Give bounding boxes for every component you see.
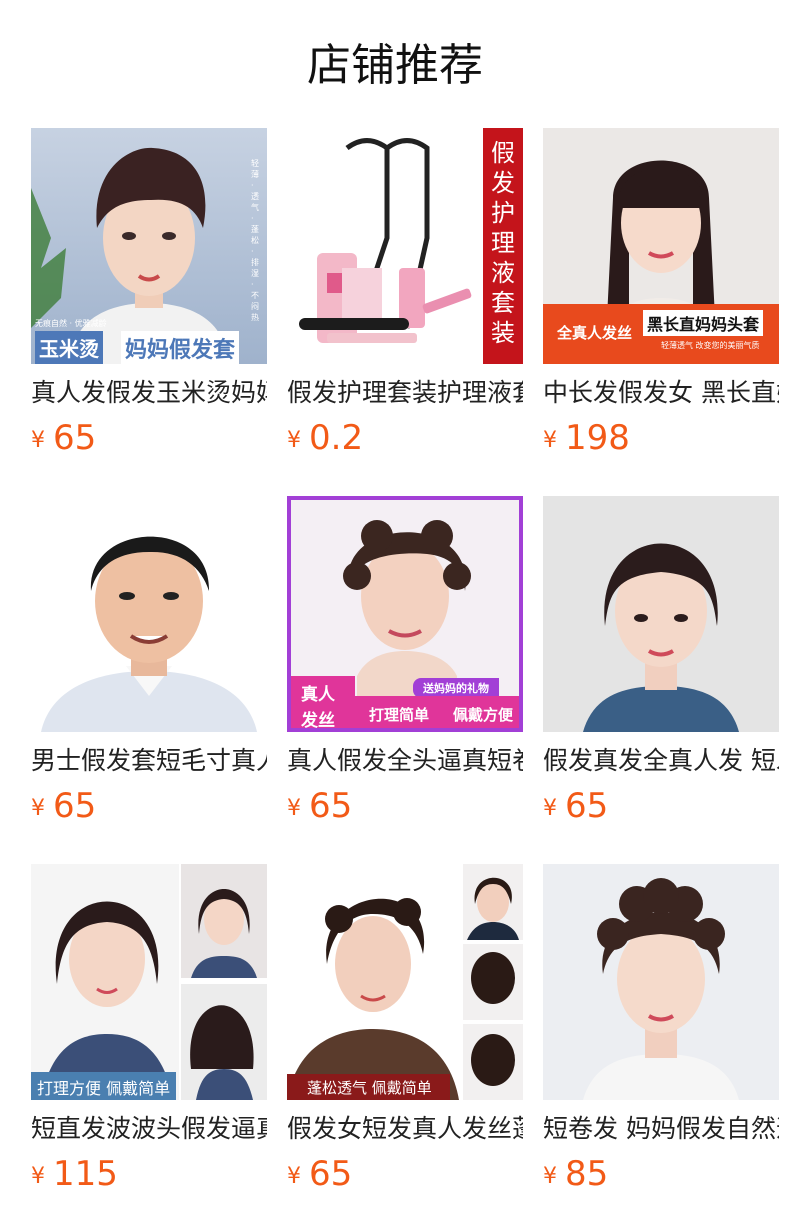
- product-price: ¥115: [31, 1154, 118, 1194]
- product-image[interactable]: 假 发 护 理 液 套 装: [287, 128, 523, 364]
- price-value: 115: [53, 1154, 118, 1194]
- product-name[interactable]: 短卷发 妈妈假发自然逼真: [543, 1112, 779, 1146]
- badge-secondary: 妈妈假发套: [121, 331, 240, 364]
- product-image[interactable]: [543, 864, 779, 1100]
- banner-char: 护: [491, 199, 515, 227]
- product-image[interactable]: 打理方便 佩戴简单: [31, 864, 267, 1100]
- currency-symbol: ¥: [543, 796, 557, 821]
- badge-primary: 玉米烫: [35, 331, 103, 364]
- currency-symbol: ¥: [287, 428, 301, 453]
- price-value: 0.2: [309, 418, 364, 458]
- product-price: ¥65: [287, 786, 352, 826]
- product-name[interactable]: 假发真发全真人发 短发女: [543, 744, 779, 778]
- product-image[interactable]: [31, 496, 267, 732]
- product-name[interactable]: 假发护理套装护理液套装: [287, 376, 523, 410]
- price-value: 85: [565, 1154, 609, 1194]
- product-name[interactable]: 中长发假发女 黑长直妈妈头套: [543, 376, 779, 410]
- badge-feature-2: 佩戴方便: [453, 706, 514, 724]
- product-image[interactable]: 蓬松透气 佩戴简单: [287, 864, 523, 1100]
- badge-feature-1: 打理简单: [369, 706, 430, 724]
- product-name[interactable]: 假发女短发真人发丝蓬松: [287, 1112, 523, 1146]
- badge-vertical: 轻薄 · 透气 · 蓬松 · 排湿 · 不闷热: [251, 159, 259, 322]
- product-name[interactable]: 真人假发全头逼真短卷发: [287, 744, 523, 778]
- currency-symbol: ¥: [31, 1164, 45, 1189]
- mens-short-wig-photo-icon: [31, 496, 267, 732]
- vertical-banner: 假 发 护 理 液 套 装: [483, 128, 523, 364]
- product-price: ¥0.2: [287, 418, 363, 458]
- product-image[interactable]: 全真人发丝 黑长直妈妈头套 轻薄透气 改变您的美丽气质: [543, 128, 779, 364]
- badge-primary: 真人: [301, 685, 335, 705]
- currency-symbol: ¥: [543, 1164, 557, 1189]
- currency-symbol: ¥: [31, 428, 45, 453]
- product-name[interactable]: 男士假发套短毛寸真人发: [31, 744, 267, 778]
- currency-symbol: ¥: [543, 428, 557, 453]
- product-price: ¥65: [287, 1154, 352, 1194]
- badge-gift: 送妈妈的礼物: [413, 678, 499, 698]
- short-curly-wig-photo-icon: [543, 864, 779, 1100]
- price-value: 198: [565, 418, 630, 458]
- section-title: 店铺推荐: [307, 40, 483, 91]
- price-value: 65: [309, 1154, 353, 1194]
- currency-symbol: ¥: [31, 796, 45, 821]
- banner-char: 液: [491, 259, 515, 287]
- badge-small: 无痕自然 · 优雅减龄: [35, 319, 107, 328]
- banner-char: 套: [491, 289, 515, 317]
- banner-char: 假: [491, 139, 515, 167]
- price-value: 65: [565, 786, 609, 826]
- product-price: ¥65: [31, 786, 96, 826]
- currency-symbol: ¥: [287, 1164, 301, 1189]
- product-price: ¥198: [543, 418, 630, 458]
- promo-banner: 全真人发丝 黑长直妈妈头套 轻薄透气 改变您的美丽气质: [543, 304, 779, 364]
- fluffy-short-wig-photo-icon: [287, 864, 523, 1100]
- bob-wig-photo-icon: [31, 864, 267, 1100]
- badge-primary: 打理方便 佩戴简单: [31, 1072, 177, 1100]
- price-value: 65: [53, 786, 97, 826]
- badge-secondary: 黑长直妈妈头套: [643, 310, 764, 336]
- product-image[interactable]: 无痕自然 · 优雅减龄 玉米烫 妈妈假发套 轻薄 · 透气 · 蓬松 · 排湿 …: [31, 128, 267, 364]
- price-value: 65: [53, 418, 97, 458]
- banner-char: 发: [491, 169, 515, 197]
- badge-primary: 蓬松透气 佩戴简单: [287, 1074, 450, 1100]
- short-bob-wig-photo-icon: [543, 496, 779, 732]
- product-name[interactable]: 短直发波波头假发逼真自然: [31, 1112, 267, 1146]
- badge-small: 轻薄透气 改变您的美丽气质: [661, 341, 760, 350]
- badge-primary-2: 发丝: [301, 711, 335, 731]
- banner-char: 装: [491, 319, 515, 347]
- product-price: ¥65: [31, 418, 96, 458]
- product-price: ¥65: [543, 786, 608, 826]
- product-image[interactable]: [543, 496, 779, 732]
- product-price: ¥85: [543, 1154, 608, 1194]
- product-name[interactable]: 真人发假发玉米烫妈妈假发套: [31, 376, 267, 410]
- banner-char: 理: [491, 229, 515, 257]
- badge-primary: 全真人发丝: [557, 324, 633, 342]
- product-image[interactable]: 真人 发丝 送妈妈的礼物 打理简单 佩戴方便: [287, 496, 523, 732]
- currency-symbol: ¥: [287, 796, 301, 821]
- price-value: 65: [309, 786, 353, 826]
